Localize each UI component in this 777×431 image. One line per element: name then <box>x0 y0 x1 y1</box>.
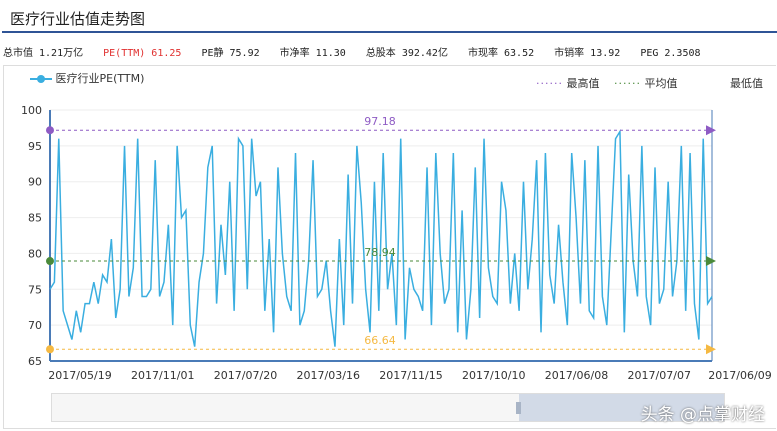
pe-chart: 65 70 75 80 85 90 95 100 2017/05/19 2017/11/01 201… <box>21 104 772 382</box>
x-tick-label: 2017/06/08 <box>545 369 608 382</box>
max-value-label: 97.18 <box>364 115 396 128</box>
pe-series-line <box>49 128 713 347</box>
avg-start-marker <box>46 257 54 266</box>
y-tick-label: 95 <box>28 140 42 153</box>
zoom-slider[interactable] <box>51 393 725 422</box>
avg-arrow-icon <box>706 256 716 267</box>
y-tick-label: 70 <box>28 319 42 332</box>
max-arrow-icon <box>706 125 716 136</box>
y-tick-label: 80 <box>28 247 42 260</box>
page: 医疗行业估值走势图 总市值 1.21万亿 PE(TTM) 61.25 PE静 7… <box>0 0 777 431</box>
avg-value-label: 78.94 <box>364 246 396 259</box>
y-tick-label: 65 <box>28 355 42 368</box>
x-tick-label: 2017/07/07 <box>628 369 691 382</box>
watermark: 头条 @点掌财经 <box>640 405 765 425</box>
x-tick-label: 2017/11/01 <box>131 369 194 382</box>
y-tick-label: 100 <box>21 104 42 117</box>
x-tick-label: 2017/06/09 <box>708 369 771 382</box>
y-tick-label: 75 <box>28 283 42 296</box>
x-tick-label: 2017/07/20 <box>214 369 277 382</box>
min-arrow-icon <box>706 344 716 355</box>
y-tick-label: 85 <box>28 212 42 225</box>
x-tick-label: 2017/11/15 <box>379 369 442 382</box>
min-start-marker <box>46 345 54 354</box>
x-tick-label: 2017/05/19 <box>48 369 111 382</box>
y-tick-label: 90 <box>28 176 42 189</box>
min-value-label: 66.64 <box>364 334 396 347</box>
zoom-slider-handle[interactable] <box>516 402 521 414</box>
x-tick-label: 2017/03/16 <box>297 369 360 382</box>
max-start-marker <box>46 126 54 135</box>
x-tick-label: 2017/10/10 <box>462 369 525 382</box>
